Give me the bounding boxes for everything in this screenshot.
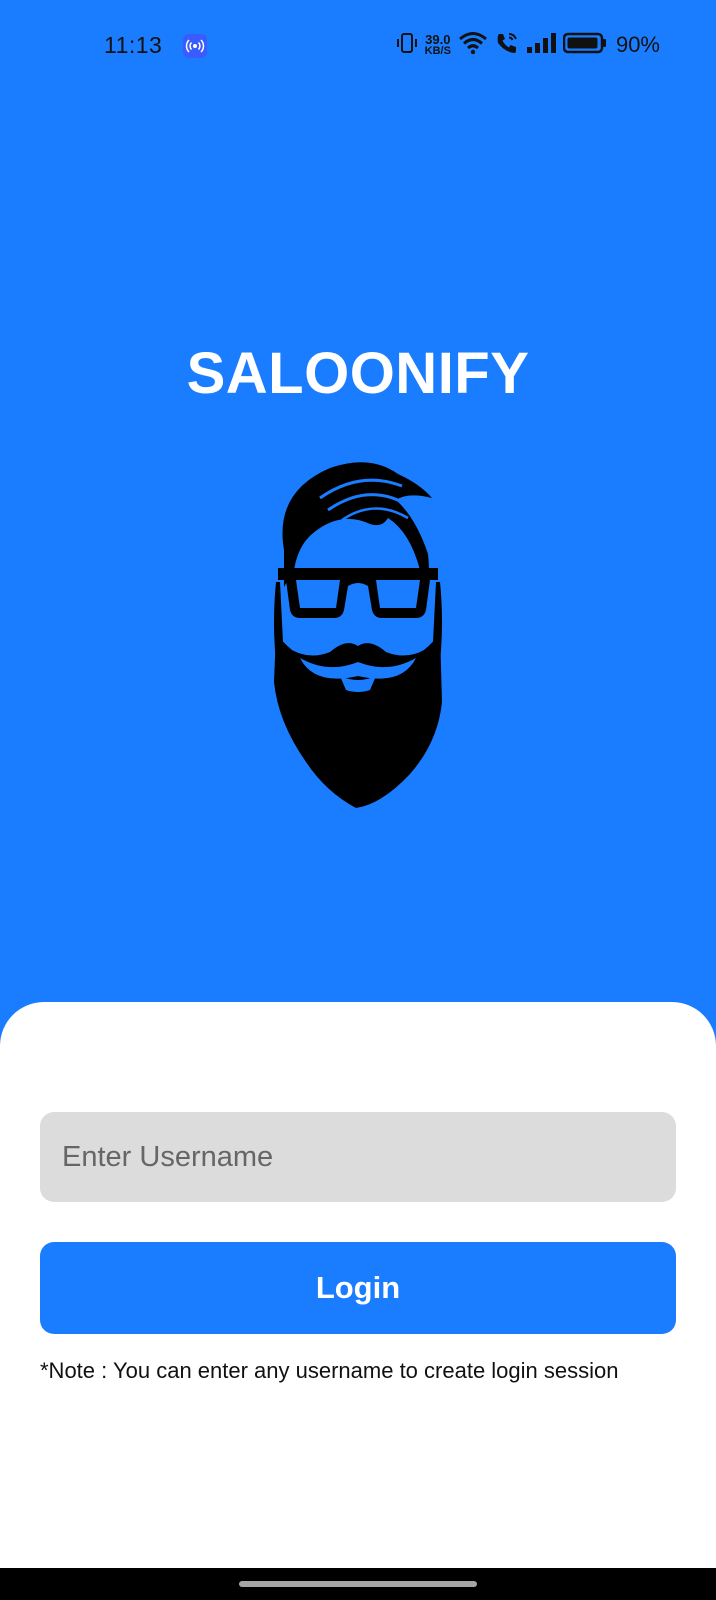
status-icons: 39.0 KB/S 90% bbox=[396, 30, 660, 60]
login-button[interactable]: Login bbox=[40, 1242, 676, 1334]
hotspot-icon bbox=[183, 34, 207, 58]
bearded-man-logo-icon bbox=[270, 462, 446, 808]
wifi-icon bbox=[458, 31, 488, 60]
network-speed-unit: KB/S bbox=[424, 45, 451, 57]
login-note: *Note : You can enter any username to cr… bbox=[40, 1358, 619, 1383]
network-speed: 39.0 KB/S bbox=[425, 33, 451, 57]
battery-percent: 90% bbox=[615, 32, 660, 57]
vibrate-icon bbox=[396, 32, 418, 59]
wifi-call-icon bbox=[495, 31, 519, 60]
battery-icon bbox=[562, 32, 607, 59]
status-time: 11:13 bbox=[104, 32, 163, 58]
signal-icon bbox=[526, 32, 556, 59]
app-title: SALOONIFY bbox=[186, 341, 530, 406]
status-bar: 11:13 39.0 KB/S 90% bbox=[0, 0, 716, 92]
home-handle[interactable] bbox=[239, 1581, 477, 1587]
navigation-bar bbox=[0, 1568, 716, 1600]
username-input[interactable] bbox=[40, 1112, 676, 1202]
